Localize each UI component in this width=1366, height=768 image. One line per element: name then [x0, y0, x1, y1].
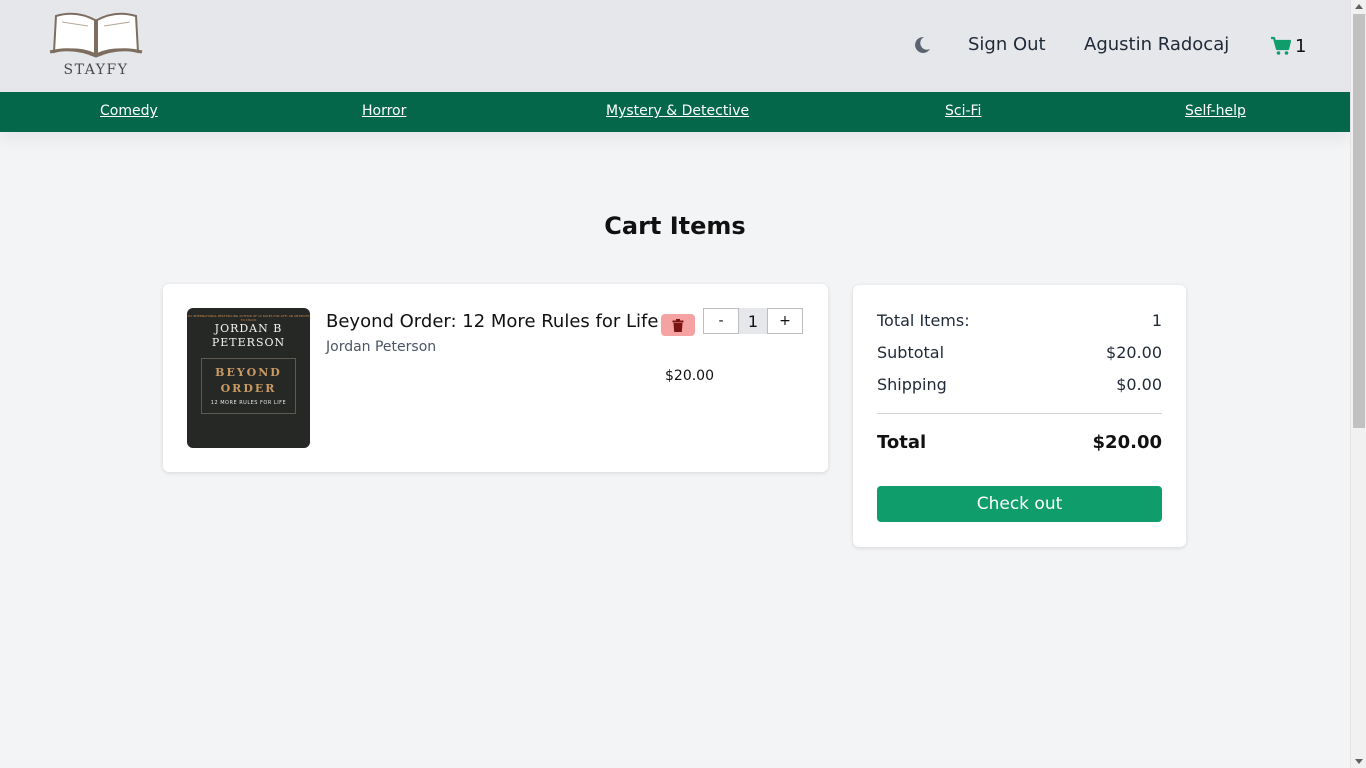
summary-divider	[877, 413, 1162, 414]
quantity-stepper: - 1 +	[703, 308, 803, 334]
open-book-icon	[49, 12, 143, 58]
user-name[interactable]: Agustin Radocaj	[1084, 34, 1229, 55]
cover-title: BEYOND ORDER	[215, 366, 282, 395]
shipping-label: Shipping	[877, 375, 947, 394]
decrement-button[interactable]: -	[703, 308, 739, 334]
item-price: $20.00	[665, 368, 714, 384]
subtotal-value: $20.00	[1106, 343, 1162, 362]
checkout-button[interactable]: Check out	[877, 486, 1162, 522]
quantity-value: 1	[739, 308, 767, 334]
book-author: Jordan Peterson	[326, 339, 437, 355]
logo[interactable]: STAYFY	[48, 8, 144, 80]
subtotal-row: Subtotal $20.00	[877, 343, 1162, 362]
delete-item-button[interactable]	[661, 314, 695, 336]
scroll-up-arrow-icon[interactable]	[1355, 4, 1363, 9]
nav-item-mystery[interactable]: Mystery & Detective	[606, 103, 749, 119]
nav-item-self-help[interactable]: Self-help	[1185, 103, 1246, 119]
total-row: Total $20.00	[877, 432, 1162, 453]
total-items-label: Total Items:	[877, 311, 970, 330]
subtotal-label: Subtotal	[877, 343, 945, 362]
category-nav: Comedy Horror Mystery & Detective Sci-Fi…	[0, 92, 1350, 132]
cover-subtitle: 12 MORE RULES FOR LIFE	[210, 400, 287, 406]
moon-icon[interactable]	[912, 35, 932, 55]
scrollbar-thumb[interactable]	[1353, 14, 1365, 428]
site-header: STAYFY Sign Out Agustin Radocaj 1	[0, 0, 1350, 92]
cart-icon	[1271, 36, 1292, 55]
scroll-down-arrow-icon[interactable]	[1355, 759, 1363, 764]
book-cover-image[interactable]: #1 INTERNATIONAL BESTSELLING AUTHOR OF 1…	[187, 308, 310, 448]
logo-text: STAYFY	[63, 62, 129, 78]
cart-count: 1	[1295, 35, 1307, 57]
page-title: Cart Items	[604, 212, 746, 240]
shipping-value: $0.00	[1116, 375, 1162, 394]
cover-blurb: #1 INTERNATIONAL BESTSELLING AUTHOR OF 1…	[187, 314, 310, 322]
increment-button[interactable]: +	[767, 308, 803, 334]
vertical-scrollbar[interactable]	[1350, 0, 1366, 768]
cart-button[interactable]: 1	[1270, 34, 1306, 58]
nav-item-horror[interactable]: Horror	[362, 103, 406, 119]
shipping-row: Shipping $0.00	[877, 375, 1162, 394]
total-items-row: Total Items: 1	[877, 311, 1162, 330]
nav-item-comedy[interactable]: Comedy	[100, 103, 158, 119]
trash-icon	[672, 318, 684, 332]
nav-item-sci-fi[interactable]: Sci-Fi	[945, 103, 981, 119]
total-label: Total	[877, 432, 927, 453]
total-items-value: 1	[1151, 311, 1162, 330]
book-title[interactable]: Beyond Order: 12 More Rules for Life	[326, 311, 658, 332]
cart-item-card: #1 INTERNATIONAL BESTSELLING AUTHOR OF 1…	[163, 284, 828, 472]
cover-author: JORDAN B PETERSON	[211, 322, 286, 349]
total-value: $20.00	[1092, 432, 1162, 453]
sign-out-link[interactable]: Sign Out	[968, 34, 1046, 55]
order-summary: Total Items: 1 Subtotal $20.00 Shipping …	[853, 285, 1186, 547]
